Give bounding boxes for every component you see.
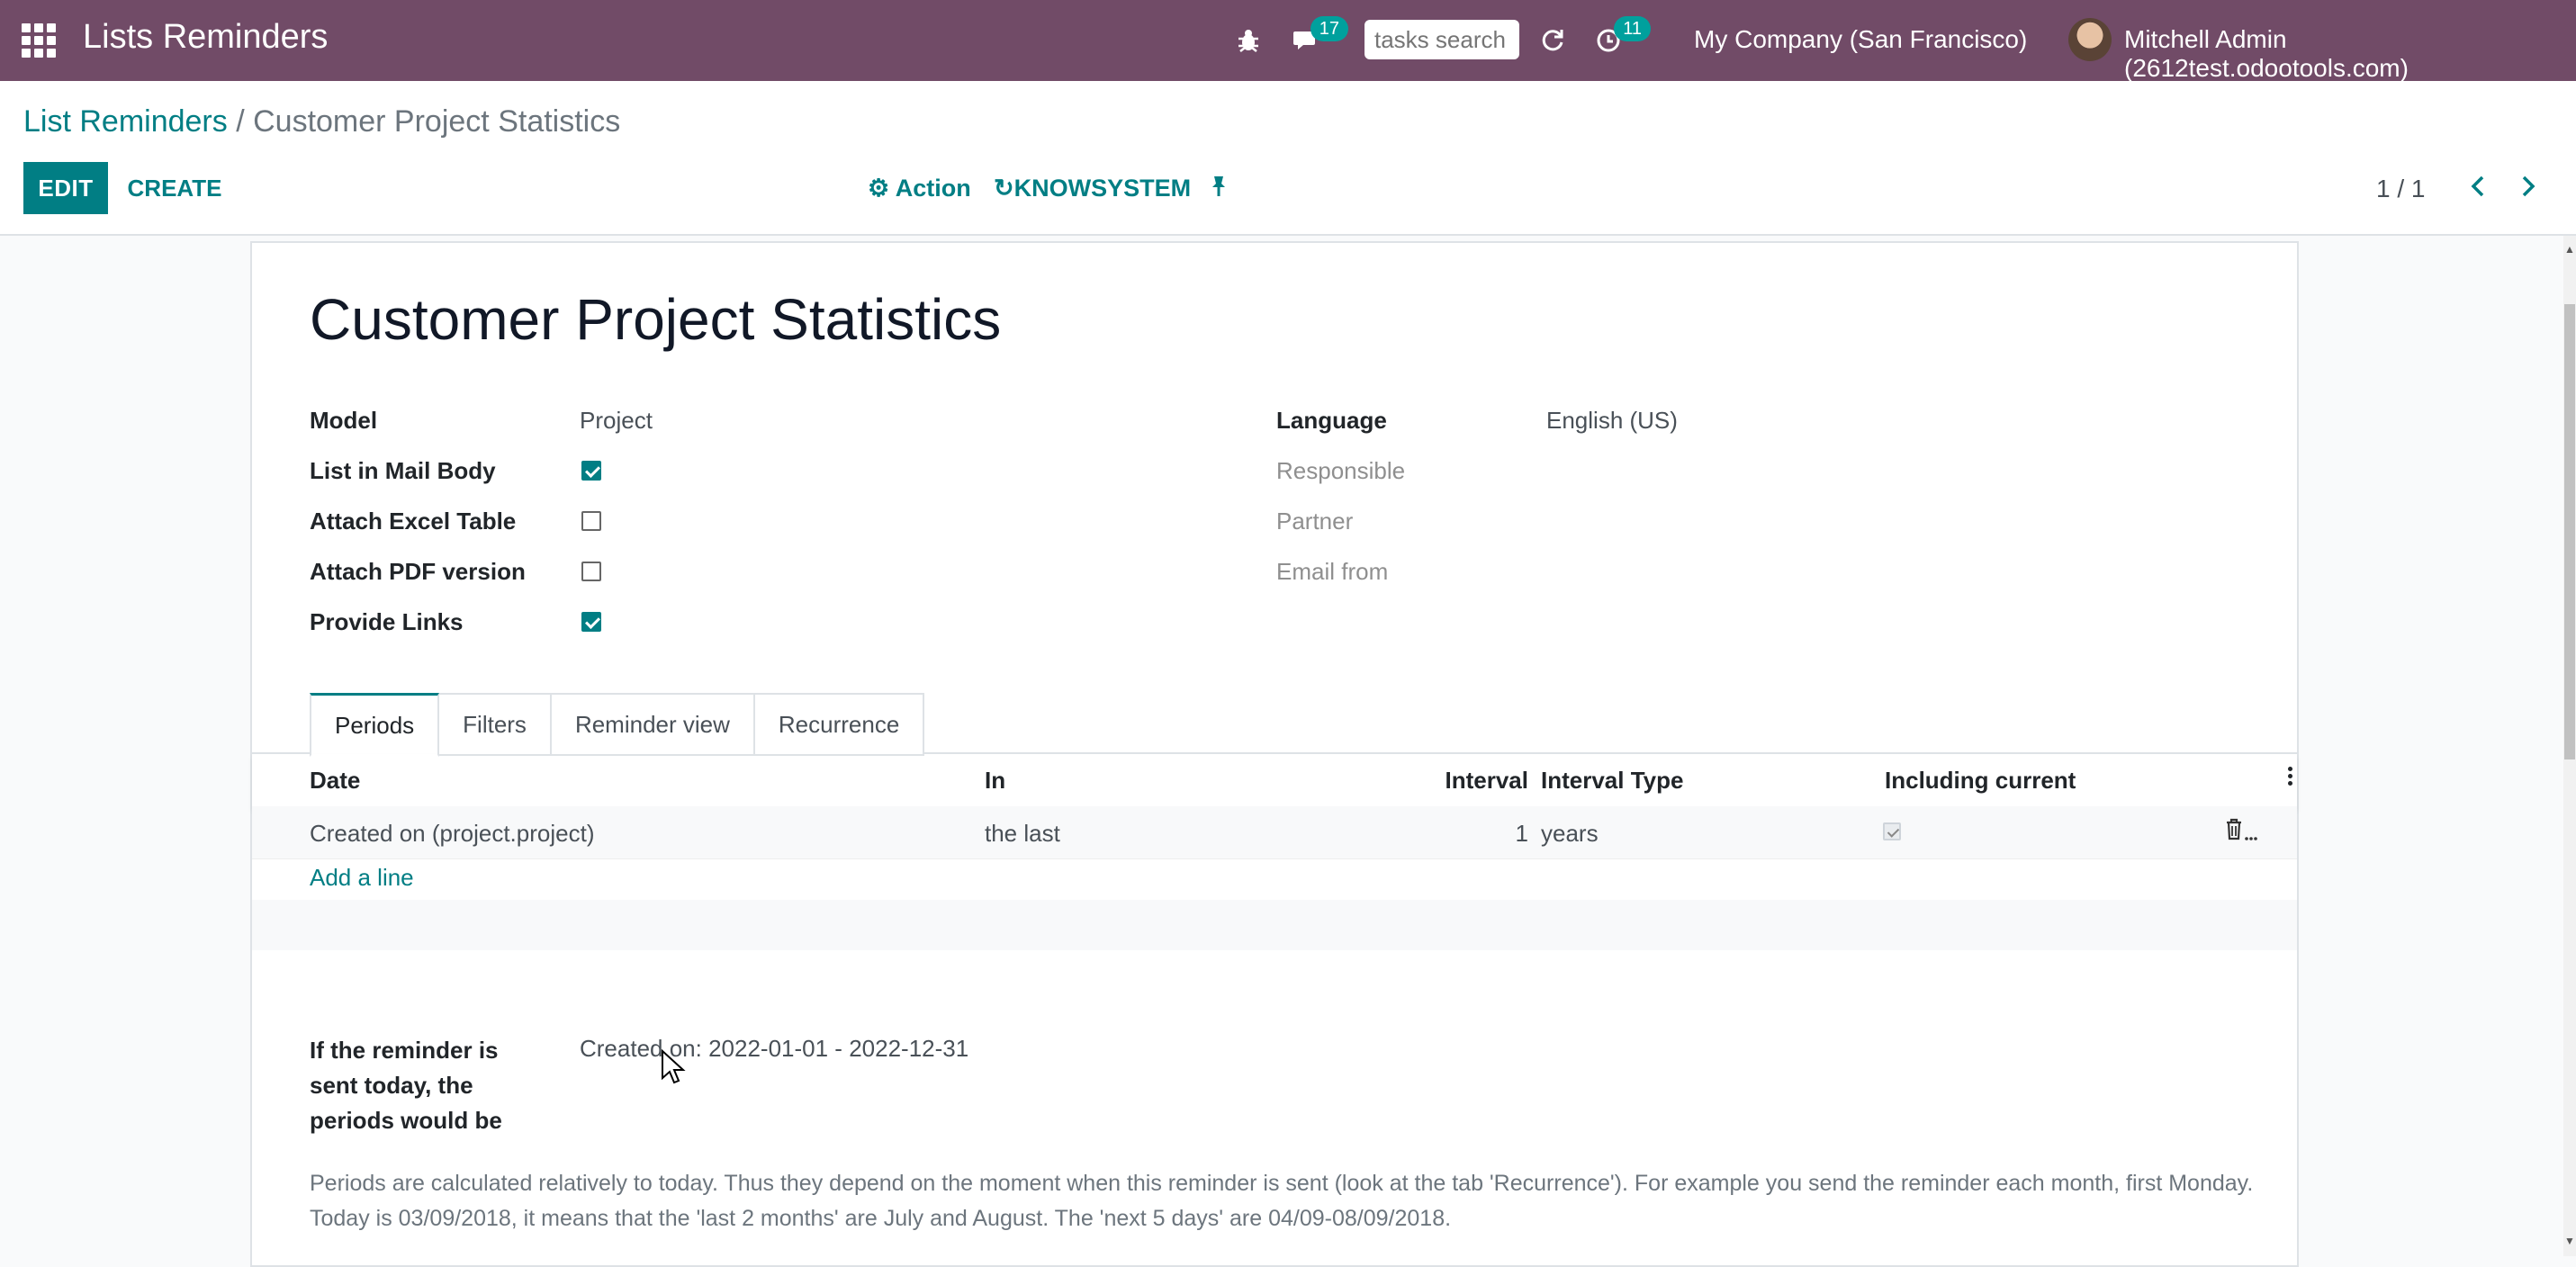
create-button[interactable]: CREATE [121, 162, 229, 214]
language-value[interactable]: English (US) [1546, 407, 1678, 435]
column-including-current[interactable]: Including current [1885, 767, 2076, 795]
notebook-tabs: Periods Filters Reminder view Recurrence [310, 693, 925, 757]
breadcrumb: List Reminders / Customer Project Statis… [23, 104, 620, 139]
row-date[interactable]: Created on (project.project) [310, 820, 594, 848]
add-a-line-link[interactable]: Add a line [310, 864, 414, 892]
column-interval[interactable]: Interval [1341, 767, 1529, 795]
partner-label: Partner [1276, 508, 1354, 535]
pager-value[interactable]: 1 / 1 [2376, 175, 2425, 203]
app-title[interactable]: Lists Reminders [83, 18, 328, 57]
breadcrumb-parent-link[interactable]: List Reminders [23, 104, 228, 139]
row-interval-type[interactable]: years [1541, 820, 1599, 848]
company-switcher[interactable]: My Company (San Francisco) [1694, 25, 2027, 54]
debug-bug-icon[interactable] [1231, 23, 1265, 58]
messages-count-badge: 17 [1310, 16, 1348, 41]
scroll-up-arrow-icon[interactable]: ▲ [2564, 243, 2575, 256]
knowsystem-button[interactable]: ↻KNOWSYSTEM [994, 175, 1191, 202]
form-sheet: Customer Project Statistics Model Projec… [250, 241, 2299, 1267]
model-label: Model [310, 407, 378, 434]
attach-excel-table-checkbox[interactable] [581, 511, 601, 531]
knowsystem-refresh-icon: ↻ [994, 175, 1014, 202]
knowsystem-label: KNOWSYSTEM [1013, 175, 1192, 202]
column-interval-type[interactable]: Interval Type [1541, 767, 1683, 795]
edit-button[interactable]: EDIT [23, 162, 108, 214]
empty-table-row [252, 900, 2297, 950]
pager-next-icon[interactable] [2520, 175, 2536, 205]
apps-menu-icon[interactable] [22, 23, 56, 58]
model-value: Project [580, 407, 653, 434]
breadcrumb-separator: / [236, 104, 245, 139]
column-in[interactable]: In [985, 767, 1005, 795]
periods-preview-label: If the reminder is sent today, the perio… [310, 1037, 502, 1134]
list-in-mail-body-label: List in Mail Body [310, 457, 496, 484]
scrollbar-thumb[interactable] [2564, 304, 2575, 759]
user-avatar[interactable] [2068, 18, 2112, 61]
attach-pdf-version-label: Attach PDF version [310, 558, 526, 585]
column-date[interactable]: Date [310, 767, 360, 795]
activities-count-badge: 11 [1614, 16, 1651, 41]
user-menu[interactable]: Mitchell Admin (2612test.odootools.com) [2124, 25, 2576, 83]
record-title: Customer Project Statistics [310, 287, 1002, 352]
email-from-label: Email from [1276, 558, 1389, 585]
breadcrumb-current: Customer Project Statistics [253, 104, 621, 139]
refresh-chat-icon[interactable] [1536, 23, 1570, 58]
periods-help-note: Periods are calculated relatively to tod… [310, 1171, 2254, 1231]
action-menu-button[interactable]: ⚙ Action [868, 175, 971, 202]
language-label: Language [1276, 407, 1387, 434]
action-label: Action [895, 175, 971, 202]
messages-icon[interactable]: 17 [1289, 16, 1348, 58]
tab-filters[interactable]: Filters [439, 693, 552, 756]
attach-excel-table-label: Attach Excel Table [310, 508, 517, 535]
tab-recurrence[interactable]: Recurrence [754, 693, 925, 756]
row-including-current-checkbox [1883, 822, 1901, 840]
periods-table-header: Date In Interval Interval Type Including… [252, 754, 2297, 808]
pin-icon[interactable] [1210, 175, 1228, 204]
mouse-cursor-icon [661, 1048, 686, 1090]
optional-columns-kebab-icon[interactable] [2288, 767, 2293, 788]
list-in-mail-body-checkbox[interactable] [581, 461, 601, 481]
top-navbar: Lists Reminders 17 11 My Company (San Fr… [0, 0, 2576, 83]
scroll-down-arrow-icon[interactable]: ▼ [2564, 1235, 2575, 1247]
table-row[interactable]: Created on (project.project) the last 1 … [252, 806, 2297, 859]
activities-clock-icon[interactable]: 11 [1591, 16, 1651, 58]
row-in[interactable]: the last [985, 820, 1060, 848]
gear-icon: ⚙ [868, 175, 890, 202]
tab-periods[interactable]: Periods [310, 693, 440, 757]
control-panel: List Reminders / Customer Project Statis… [0, 81, 2576, 236]
periods-preview-value: Created on: 2022-01-01 - 2022-12-31 [580, 1035, 969, 1062]
provide-links-label: Provide Links [310, 608, 464, 635]
row-interval[interactable]: 1 [1341, 820, 1528, 848]
tab-reminder-view[interactable]: Reminder view [551, 693, 755, 756]
provide-links-checkbox[interactable] [581, 612, 601, 632]
responsible-label: Responsible [1276, 457, 1406, 484]
pager-previous-icon[interactable] [2470, 175, 2486, 205]
delete-row-trash-icon[interactable] [2223, 817, 2259, 850]
tasks-search-input[interactable] [1365, 20, 1519, 59]
attach-pdf-version-checkbox[interactable] [581, 562, 601, 581]
